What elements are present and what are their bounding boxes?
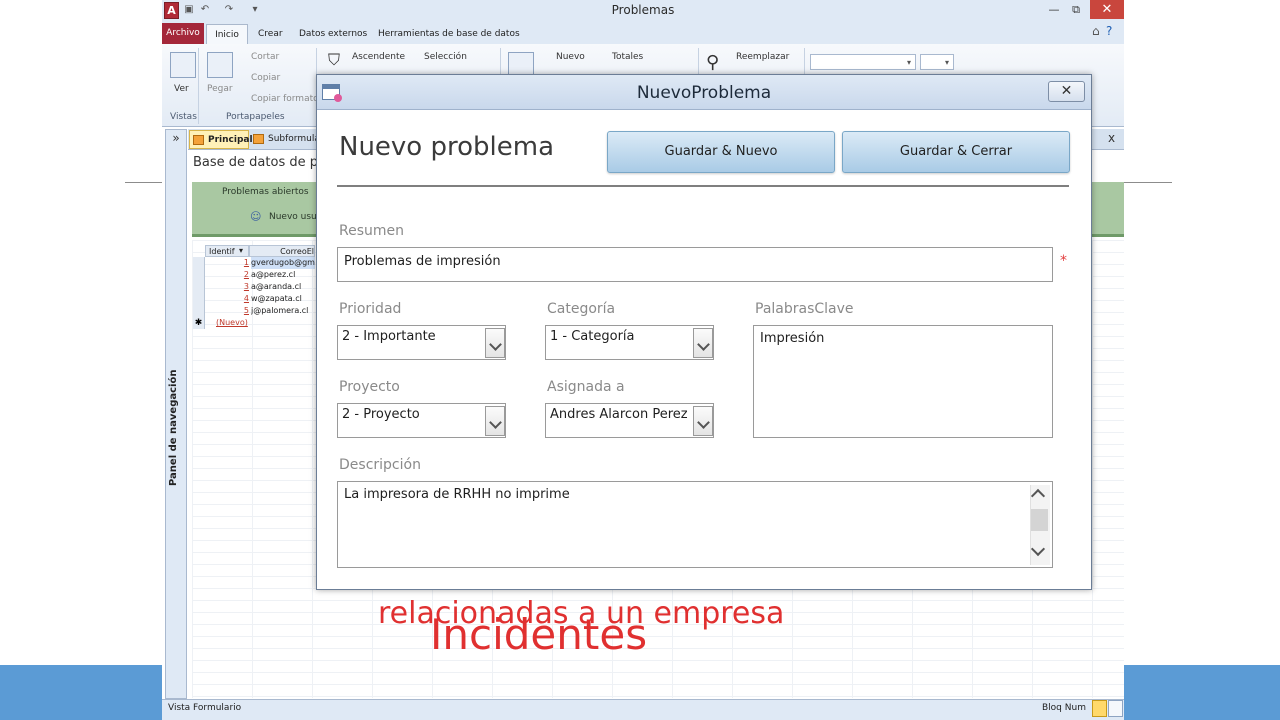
app-title: Problemas (611, 3, 675, 17)
pegar-button[interactable]: Pegar (207, 84, 233, 94)
proyecto-label: Proyecto (339, 379, 400, 395)
close-button[interactable]: ✕ (1090, 0, 1124, 19)
row-selector[interactable] (193, 305, 205, 317)
status-view: Vista Formulario (168, 703, 242, 713)
row-selector[interactable] (193, 257, 205, 269)
document-close-icon[interactable]: x (1108, 131, 1115, 145)
restore-button[interactable]: ⧉ (1066, 0, 1086, 20)
paste-icon[interactable] (207, 52, 233, 78)
tab-datos-externos[interactable]: Datos externos (299, 24, 367, 44)
slide-divider-right (1124, 182, 1172, 183)
palabras-clave-input[interactable]: Impresión (753, 325, 1053, 438)
status-bar (162, 699, 1124, 720)
ribbon-separator (198, 48, 199, 124)
resumen-label: Resumen (339, 223, 405, 239)
table-row-id[interactable]: 5 (205, 305, 249, 317)
binoculars-icon[interactable]: ⚲ (706, 52, 719, 73)
scrollbar-thumb[interactable] (1031, 509, 1048, 531)
copiar-button[interactable]: Copiar (251, 73, 280, 83)
table-row-email[interactable]: a@perez.cl (251, 269, 315, 281)
categoria-combo[interactable]: 1 - Categoría (545, 325, 714, 360)
ascendente-button[interactable]: Ascendente (352, 52, 405, 62)
required-mark: * (1060, 253, 1067, 269)
prioridad-dropdown-icon[interactable] (485, 328, 505, 358)
table-row-email[interactable]: j@palomera.cl (251, 305, 315, 317)
navpane-toggle-icon[interactable]: » (165, 131, 187, 145)
nuevo-button[interactable]: Nuevo (556, 52, 585, 62)
cortar-button[interactable]: Cortar (251, 52, 279, 62)
totales-button[interactable]: Totales (612, 52, 643, 62)
font-name-combo[interactable]: ▾ (810, 54, 916, 70)
seleccion-button[interactable]: Selección (424, 52, 467, 62)
new-record-row[interactable]: (Nuevo) (216, 317, 256, 329)
form-icon (193, 135, 204, 145)
doc-tab-label: Principal (208, 135, 253, 145)
asignada-combo[interactable]: Andres Alarcon Perez (545, 403, 714, 438)
asignada-dropdown-icon[interactable] (693, 406, 713, 436)
prioridad-label: Prioridad (339, 301, 402, 317)
slide-title: Incidentes (430, 610, 648, 659)
doc-tab-label: Subformula (268, 134, 320, 144)
navpane-label: Panel de navegación (168, 300, 182, 486)
doc-tab-subformulario[interactable]: Subformula (250, 130, 320, 149)
tab-herramientas[interactable]: Herramientas de base de datos (378, 24, 520, 44)
table-row-id[interactable]: 3 (205, 281, 249, 293)
asignada-label: Asignada a (547, 379, 625, 395)
problemas-abiertos-link[interactable]: Problemas abiertos (222, 187, 309, 197)
table-row-email[interactable]: a@aranda.cl (251, 281, 315, 293)
save-new-button[interactable]: Guardar & Nuevo (607, 131, 835, 173)
copiar-formato-button[interactable]: Copiar formato (251, 94, 319, 104)
categoria-dropdown-icon[interactable] (693, 328, 713, 358)
prioridad-combo[interactable]: 2 - Importante (337, 325, 506, 360)
save-close-button[interactable]: Guardar & Cerrar (842, 131, 1070, 173)
tab-crear[interactable]: Crear (258, 24, 283, 44)
ver-button[interactable]: Ver (174, 84, 189, 94)
table-row-email[interactable]: w@zapata.cl (251, 293, 315, 305)
column-header-sort-icon[interactable]: ▾ (239, 245, 249, 257)
row-selector[interactable] (193, 269, 205, 281)
status-numlock: Bloq Num (1042, 703, 1086, 713)
categoria-label: Categoría (547, 301, 616, 317)
form-divider (337, 185, 1069, 187)
filter-icon[interactable]: ⛉ (328, 50, 340, 70)
palabras-clave-label: PalabrasClave (755, 301, 854, 317)
group-vistas: Vistas (170, 112, 197, 122)
column-header-email[interactable]: CorreoEl (249, 245, 315, 257)
table-row-id[interactable]: 4 (205, 293, 249, 305)
reemplazar-button[interactable]: Reemplazar (736, 52, 789, 62)
table-row-id[interactable]: 1 (205, 257, 249, 269)
dialog-title: NuevoProblema (636, 83, 772, 103)
proyecto-combo[interactable]: 2 - Proyecto (337, 403, 506, 438)
form-heading: Nuevo problema (339, 132, 554, 162)
table-row-email[interactable]: gverdugob@gm (251, 257, 315, 269)
font-size-combo[interactable]: ▾ (920, 54, 954, 70)
form-view-icon[interactable] (1092, 700, 1107, 717)
tab-archivo[interactable]: Archivo (162, 23, 204, 44)
document-title: Base de datos de pro (193, 155, 331, 170)
descripcion-label: Descripción (339, 457, 421, 473)
resumen-input[interactable]: Problemas de impresión (337, 247, 1053, 282)
row-selector[interactable] (193, 281, 205, 293)
help-icon[interactable]: ? (1106, 24, 1112, 38)
tab-inicio[interactable]: Inicio (206, 24, 248, 45)
group-portapapeles: Portapapeles (226, 112, 285, 122)
dialog-close-button[interactable]: ✕ (1048, 81, 1085, 102)
doc-tab-principal[interactable]: Principal (189, 130, 253, 149)
slide-divider-left (125, 182, 165, 183)
descripcion-textarea[interactable]: La impresora de RRHH no imprime (337, 481, 1053, 568)
table-row-id[interactable]: 2 (205, 269, 249, 281)
design-view-icon[interactable] (1108, 700, 1123, 717)
new-row-marker: ✱ (193, 317, 205, 329)
navpane-label-text: Panel de navegación (168, 369, 179, 486)
ribbon-minimize-icon[interactable]: ⌂ (1092, 24, 1100, 38)
form-icon (253, 134, 264, 144)
proyecto-dropdown-icon[interactable] (485, 406, 505, 436)
view-icon[interactable] (170, 52, 196, 78)
nuevo-usuario-link[interactable]: Nuevo usu (269, 212, 317, 222)
minimize-button[interactable]: — (1044, 0, 1064, 20)
user-add-icon[interactable]: ☺ (250, 210, 261, 223)
row-selector[interactable] (193, 293, 205, 305)
